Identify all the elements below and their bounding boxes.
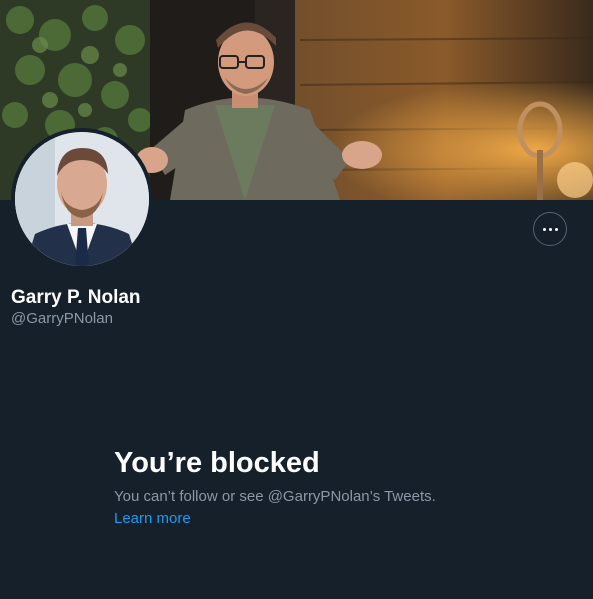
profile-handle: @GarryPNolan: [11, 310, 113, 327]
blocked-description: You can’t follow or see @GarryPNolan’s T…: [114, 488, 436, 505]
profile-display-name: Garry P. Nolan: [11, 287, 141, 308]
profile-page: Garry P. Nolan @GarryPNolan You’re block…: [0, 0, 593, 599]
profile-avatar-photo: [15, 132, 149, 266]
profile-avatar[interactable]: [11, 128, 153, 270]
blocked-notice: You’re blocked You can’t follow or see @…: [114, 446, 534, 528]
more-horizontal-icon: [542, 227, 558, 231]
learn-more-link[interactable]: Learn more: [114, 510, 191, 528]
blocked-title: You’re blocked: [114, 447, 320, 479]
more-options-button[interactable]: [533, 212, 567, 246]
